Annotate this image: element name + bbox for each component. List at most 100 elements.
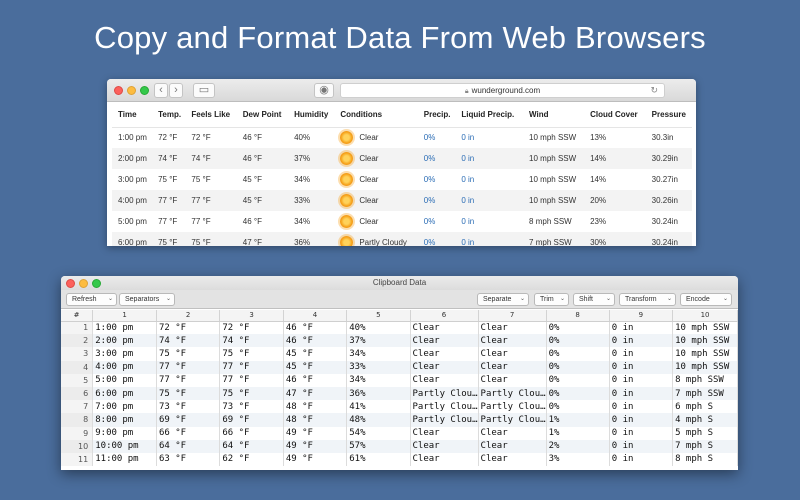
grid-cell[interactable]: 7:00 pm: [92, 400, 157, 414]
refresh-popup[interactable]: Refresh ⌄: [66, 293, 117, 306]
grid-column-header[interactable]: 3: [219, 310, 284, 322]
grid-cell[interactable]: 10 mph SSW: [672, 321, 738, 335]
trim-popup[interactable]: Trim ⌄: [534, 293, 569, 306]
grid-column-header[interactable]: 6: [410, 310, 479, 322]
grid-cell[interactable]: 40%: [346, 321, 411, 335]
grid-cell[interactable]: 2:00 pm: [92, 334, 157, 348]
grid-cell[interactable]: 7 mph S: [672, 439, 738, 453]
grid-cell[interactable]: 45 °F: [283, 360, 348, 374]
grid-cell[interactable]: 64 °F: [156, 439, 221, 453]
grid-cell[interactable]: Clear: [410, 426, 479, 440]
grid-cell[interactable]: 6 mph S: [672, 400, 738, 414]
grid-row[interactable]: 10 10:00 pm 64 °F 64 °F 49 °F 57% Clear Clear 2%…: [61, 439, 738, 453]
grid-cell[interactable]: 0 in: [609, 321, 674, 335]
grid-cell[interactable]: 77 °F: [156, 360, 221, 374]
grid-cell[interactable]: 36%: [346, 386, 411, 401]
grid-cell[interactable]: Partly Clou…: [410, 400, 479, 414]
grid-cell[interactable]: Clear: [478, 373, 547, 387]
grid-cell[interactable]: 34%: [346, 373, 411, 387]
grid-cell[interactable]: 34%: [346, 347, 411, 361]
grid-cell[interactable]: 1%: [546, 426, 610, 440]
grid-cell[interactable]: 0 in: [609, 360, 674, 374]
grid-cell[interactable]: 0 in: [609, 413, 674, 427]
grid-cell[interactable]: 48 °F: [283, 400, 348, 414]
grid-cell[interactable]: Clear: [410, 321, 479, 335]
grid-cell[interactable]: 41%: [346, 400, 411, 414]
grid-cell[interactable]: 75 °F: [219, 347, 284, 361]
grid-cell[interactable]: Partly Clou…: [478, 386, 547, 401]
grid-cell[interactable]: 0 in: [609, 334, 674, 348]
grid-row[interactable]: 1 1:00 pm 72 °F 72 °F 46 °F 40% Clear Clear 0% 0 …: [61, 321, 738, 335]
grid-cell[interactable]: 37%: [346, 334, 411, 348]
grid-cell[interactable]: 49 °F: [283, 452, 348, 467]
grid-cell[interactable]: 46 °F: [283, 321, 348, 335]
grid-cell[interactable]: 73 °F: [156, 400, 221, 414]
grid-cell[interactable]: 45 °F: [283, 347, 348, 361]
grid-cell[interactable]: 48%: [346, 413, 411, 427]
grid-cell[interactable]: Clear: [478, 321, 547, 335]
grid-cell[interactable]: 77 °F: [219, 360, 284, 374]
grid-column-header[interactable]: 10: [672, 310, 738, 322]
grid-cell[interactable]: 0 in: [609, 400, 674, 414]
shift-popup[interactable]: Shift ⌄: [573, 293, 615, 306]
grid-cell[interactable]: Clear: [410, 347, 479, 361]
grid-cell[interactable]: Clear: [478, 347, 547, 361]
zoom-window-button[interactable]: [140, 86, 149, 95]
grid-cell[interactable]: Clear: [478, 426, 547, 440]
grid-cell[interactable]: 10 mph SSW: [672, 360, 738, 374]
grid-column-header[interactable]: 4: [283, 310, 348, 322]
grid-cell[interactable]: 54%: [346, 426, 411, 440]
grid-cell[interactable]: 33%: [346, 360, 411, 374]
grid-cell[interactable]: 10 mph SSW: [672, 347, 738, 361]
grid-cell[interactable]: 8:00 pm: [92, 413, 157, 427]
grid-cell[interactable]: 63 °F: [156, 452, 221, 467]
grid-cell[interactable]: 10 mph SSW: [672, 334, 738, 348]
grid-row[interactable]: 3 3:00 pm 75 °F 75 °F 45 °F 34% Clear Clear 0% 0 …: [61, 347, 738, 361]
grid-cell[interactable]: Clear: [478, 360, 547, 374]
grid-cell[interactable]: 4:00 pm: [92, 360, 157, 374]
grid-cell[interactable]: 46 °F: [283, 334, 348, 348]
grid-cell[interactable]: Partly Clou…: [478, 413, 547, 427]
grid-cell[interactable]: 0%: [546, 347, 610, 361]
grid-column-header[interactable]: 1: [92, 310, 157, 322]
grid-cell[interactable]: Clear: [478, 452, 547, 467]
grid-cell[interactable]: 4 mph S: [672, 413, 738, 427]
grid-cell[interactable]: 69 °F: [219, 413, 284, 427]
grid-cell[interactable]: Clear: [478, 439, 547, 453]
minimize-window-button[interactable]: [127, 86, 136, 95]
grid-cell[interactable]: 1%: [546, 413, 610, 427]
grid-column-header[interactable]: 7: [478, 310, 547, 322]
grid-cell[interactable]: 0 in: [609, 426, 674, 440]
close-window-button[interactable]: [114, 86, 123, 95]
grid-row[interactable]: 6 6:00 pm 75 °F 75 °F 47 °F 36% Partly Clou… Pa…: [61, 386, 738, 401]
grid-cell[interactable]: 0%: [546, 400, 610, 414]
grid-cell[interactable]: 8 mph S: [672, 452, 738, 467]
grid-cell[interactable]: Clear: [478, 334, 547, 348]
grid-cell[interactable]: 0%: [546, 386, 610, 401]
back-icon[interactable]: ‹: [154, 83, 168, 98]
grid-cell[interactable]: 62 °F: [219, 452, 284, 467]
zoom-window-button[interactable]: [92, 279, 101, 288]
grid-column-header[interactable]: #: [61, 310, 94, 322]
grid-cell[interactable]: Partly Clou…: [410, 386, 479, 401]
grid-cell[interactable]: 5 mph S: [672, 426, 738, 440]
grid-cell[interactable]: 0 in: [609, 386, 674, 401]
grid-cell[interactable]: 5:00 pm: [92, 373, 157, 387]
grid-cell[interactable]: 66 °F: [156, 426, 221, 440]
grid-cell[interactable]: 49 °F: [283, 426, 348, 440]
grid-cell[interactable]: Clear: [410, 360, 479, 374]
grid-cell[interactable]: 0 in: [609, 439, 674, 453]
grid-row[interactable]: 11 11:00 pm 63 °F 62 °F 49 °F 61% Clear Clear 3%…: [61, 452, 738, 467]
address-bar[interactable]: 🔒︎ wunderground.com ↻: [340, 83, 665, 98]
grid-cell[interactable]: Clear: [410, 452, 479, 467]
grid-column-header[interactable]: 9: [609, 310, 674, 322]
grid-cell[interactable]: 73 °F: [219, 400, 284, 414]
grid-cell[interactable]: 48 °F: [283, 413, 348, 427]
grid-column-header[interactable]: 2: [156, 310, 221, 322]
grid-cell[interactable]: 8 mph SSW: [672, 373, 738, 387]
grid-cell[interactable]: 2%: [546, 439, 610, 453]
grid-column-header[interactable]: 5: [346, 310, 411, 322]
grid-cell[interactable]: Clear: [410, 373, 479, 387]
separate-popup[interactable]: Separate ⌄: [477, 293, 529, 306]
grid-cell[interactable]: 77 °F: [156, 373, 221, 387]
